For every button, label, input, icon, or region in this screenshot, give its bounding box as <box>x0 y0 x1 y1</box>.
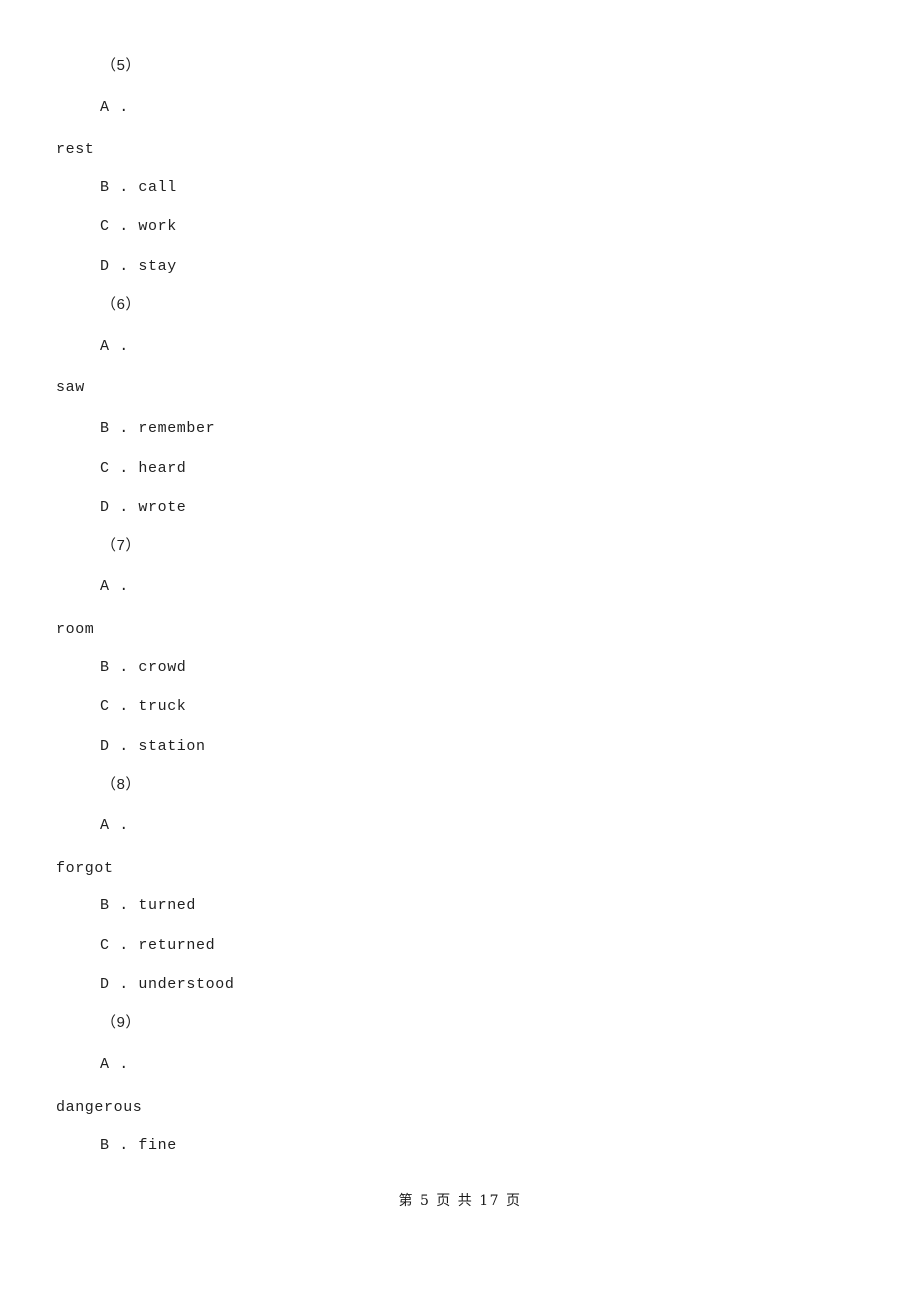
answer-option: B . remember <box>100 420 216 437</box>
answer-option: B . crowd <box>100 659 187 676</box>
answer-option: A . <box>100 578 129 595</box>
answer-option: A . <box>100 338 129 355</box>
answer-option: D . understood <box>100 976 235 993</box>
answer-option: D . wrote <box>100 499 187 516</box>
question-number: （9） <box>101 1015 141 1032</box>
answer-option: B . turned <box>100 897 197 914</box>
question-number: （5） <box>101 58 141 75</box>
question-number: （7） <box>101 538 141 555</box>
option-a-word: saw <box>56 379 85 396</box>
answer-option: C . returned <box>100 937 216 954</box>
option-a-word: forgot <box>56 860 114 877</box>
question-number: （6） <box>101 297 141 314</box>
answer-option: D . station <box>100 738 206 755</box>
question-number: （8） <box>101 777 141 794</box>
answer-option: C . truck <box>100 698 187 715</box>
answer-option: C . heard <box>100 460 187 477</box>
answer-option: B . call <box>100 179 177 196</box>
answer-option: B . fine <box>100 1137 177 1154</box>
answer-option: A . <box>100 1056 129 1073</box>
page-footer: 第 5 页 共 17 页 <box>398 1193 522 1209</box>
option-a-word: dangerous <box>56 1099 143 1116</box>
option-a-word: room <box>56 621 95 638</box>
answer-option: A . <box>100 817 129 834</box>
answer-option: D . stay <box>100 258 177 275</box>
option-a-word: rest <box>56 141 95 158</box>
answer-option: C . work <box>100 218 177 235</box>
document-page: （5） A . rest B . call C . work D . stay （6） A .… <box>0 0 920 1302</box>
answer-option: A . <box>100 99 129 116</box>
